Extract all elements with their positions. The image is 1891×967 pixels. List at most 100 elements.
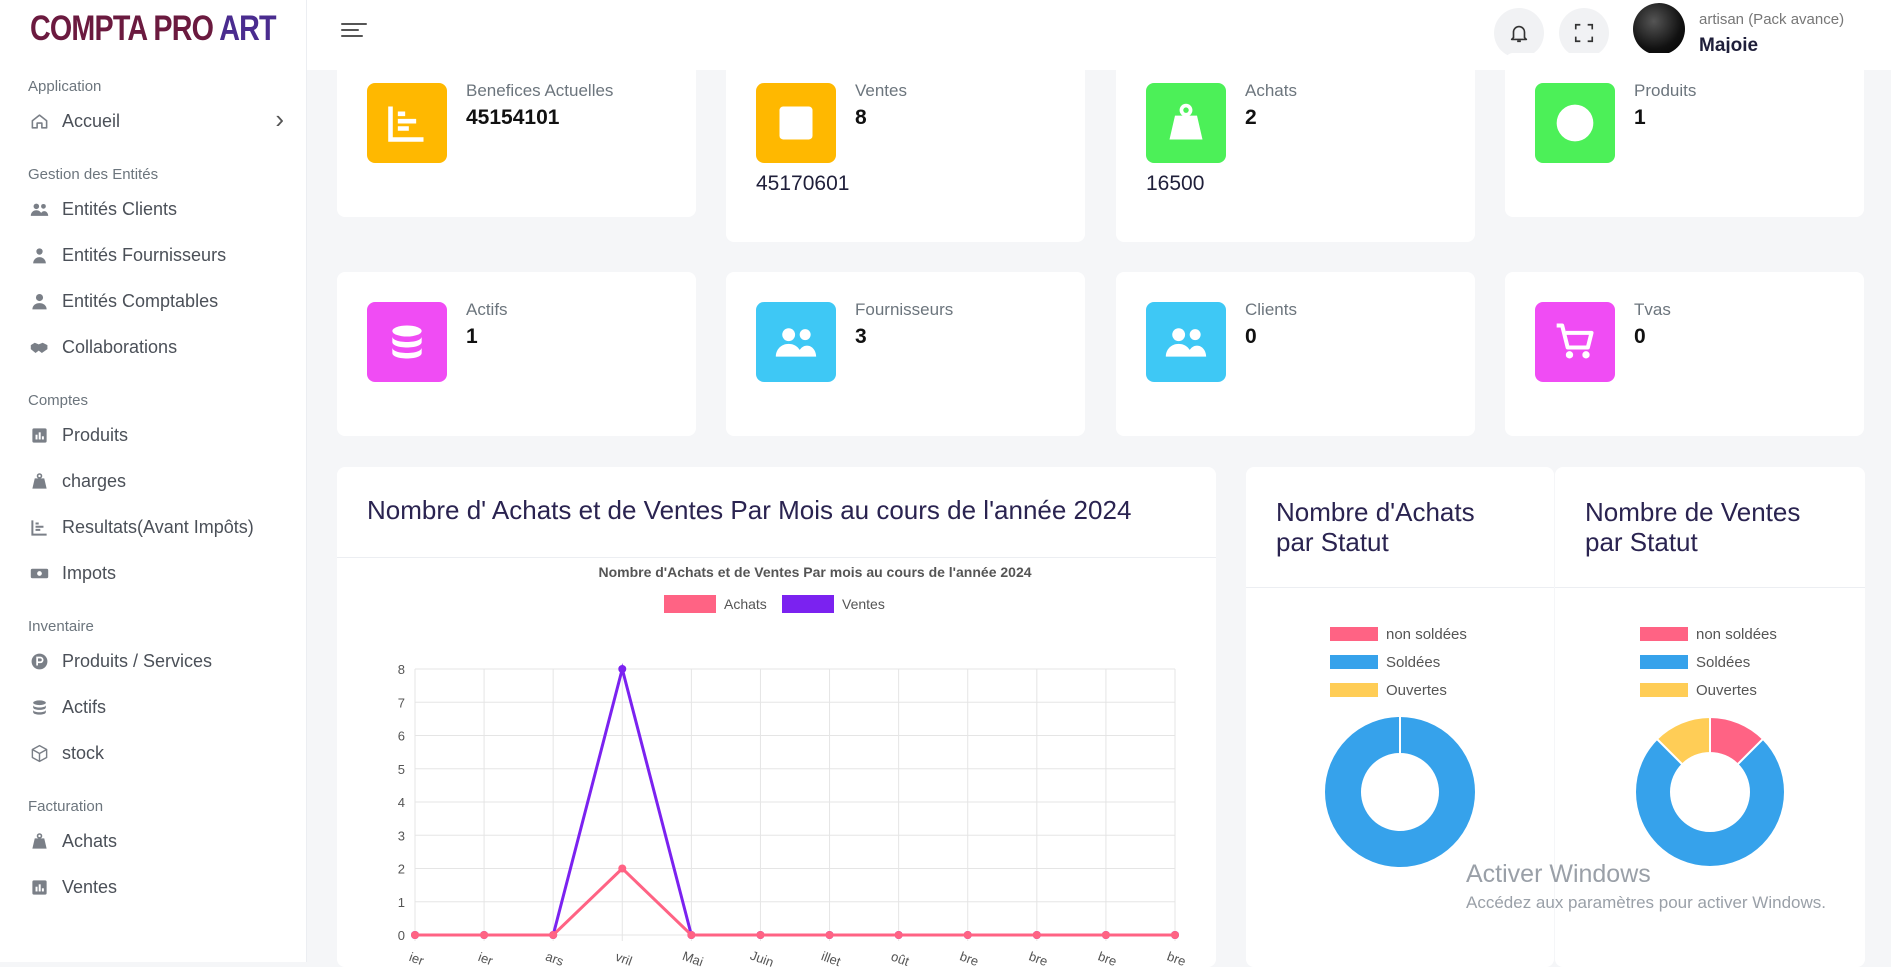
data-point-achats[interactable] [480,931,489,939]
stat-card-produits[interactable]: Produits 1 [1505,53,1864,217]
data-point-achats[interactable] [549,931,558,939]
stat-card-fournisseurs[interactable]: Fournisseurs 3 [726,272,1085,436]
sidebar-item-charges[interactable]: charges [0,458,306,504]
data-point-achats[interactable] [687,931,696,939]
sidebar-item-accueil[interactable]: Accueil › [0,98,306,144]
brand-name-main: COMPTA PRO [30,9,214,48]
sidebar-item-actifs[interactable]: Actifs [0,684,306,730]
x-tick-label: bre [1096,949,1119,967]
legend-swatch [1640,627,1688,641]
data-point-achats[interactable] [1032,931,1041,939]
handshake-icon [28,336,50,358]
user-tie-icon [28,244,50,266]
product-p-icon [1535,83,1615,163]
legend-label[interactable]: Achats [724,596,767,612]
coins-icon [28,696,50,718]
windows-watermark-text: Accédez aux paramètres pour activer Wind… [1466,893,1826,912]
sidebar-item-impots[interactable]: Impots [0,550,306,596]
data-point-achats[interactable] [1101,931,1110,939]
stat-value: 0 [1245,325,1257,348]
x-tick-label: ars [544,949,567,967]
stat-card-achats[interactable]: Achats 2 16500 [1116,53,1475,242]
sidebar-item-label: Resultats(Avant Impôts) [62,516,254,537]
user-role: artisan (Pack avance) [1699,11,1845,28]
sidebar-item-produits-services[interactable]: Produits / Services [0,638,306,684]
sidebar-item-label: Produits / Services [62,650,213,671]
brand-logo[interactable]: COMPTA PRO ART [0,0,306,58]
donut-slice[interactable] [1634,737,1786,868]
sidebar-section-title: Facturation [28,798,104,815]
stat-card-tvas[interactable]: Tvas 0 [1505,272,1864,436]
menu-toggle-icon[interactable] [341,19,367,43]
stat-value: 3 [855,325,867,348]
panel-title: Nombre d' Achats et de Ventes Par Mois a… [367,495,1132,525]
legend-label[interactable]: Ventes [842,596,885,612]
stat-card-ventes[interactable]: Ventes 8 45170601 [726,53,1085,242]
data-point-achats[interactable] [756,931,765,939]
stat-label: Ventes [855,81,907,100]
y-tick-label: 7 [398,695,405,710]
legend-label[interactable]: Soldées [1386,654,1440,671]
sidebar-item-label: Collaborations [62,336,178,357]
legend-swatch [1640,683,1688,697]
weight-icon [28,830,50,852]
x-tick-label: bre [958,949,981,967]
y-tick-label: 4 [398,795,405,810]
donut-ventes-panel: Nombre de Ventes par Statut non soldées S… [1555,467,1865,967]
legend-label[interactable]: Ouvertes [1696,682,1757,699]
sidebar-item-ventes[interactable]: Ventes [0,864,306,910]
chart-line-icon [367,83,447,163]
users-icon [1146,302,1226,382]
users-icon [28,198,50,220]
users-icon [756,302,836,382]
legend-swatch [1330,683,1378,697]
data-point-achats[interactable] [963,931,972,939]
sidebar: COMPTA PRO ART Application Accueil › Gestio… [0,0,307,962]
sidebar-item-entit-s-comptables[interactable]: Entités Comptables [0,278,306,324]
fullscreen-icon [1574,23,1594,43]
coins-icon [367,302,447,382]
brand-name-accent: ART [219,9,276,48]
legend-label[interactable]: Soldées [1696,654,1750,671]
windows-watermark-title: Activer Windows [1466,860,1651,888]
data-point-achats[interactable] [825,931,834,939]
data-point-achats[interactable] [894,931,903,939]
stat-card-actifs[interactable]: Actifs 1 [337,272,696,436]
y-tick-label: 3 [398,828,405,843]
sidebar-item-stock[interactable]: stock [0,730,306,776]
sidebar-item-label: Impots [62,562,117,583]
avatar[interactable] [1633,3,1685,55]
stat-value: 0 [1634,325,1646,348]
legend-label[interactable]: non soldées [1696,626,1777,643]
legend-swatch [1330,627,1378,641]
data-point-achats[interactable] [618,864,627,873]
sidebar-item-collaborations[interactable]: Collaborations [0,324,306,370]
x-tick-label: illet [819,948,843,967]
fullscreen-button[interactable] [1559,8,1609,58]
chart-bar-icon [28,876,50,898]
y-tick-label: 0 [398,928,405,943]
stat-card-clients[interactable]: Clients 0 [1116,272,1475,436]
sidebar-item-entit-s-fournisseurs[interactable]: Entités Fournisseurs [0,232,306,278]
sidebar-item-produits[interactable]: Produits [0,412,306,458]
stat-value: 2 [1245,106,1257,129]
stat-label: Actifs [466,300,508,319]
data-point-ventes[interactable] [618,665,627,673]
legend-label[interactable]: non soldées [1386,626,1467,643]
stat-card-benefices-actuelles[interactable]: Benefices Actuelles 45154101 [337,53,696,217]
x-tick-label: ier [476,949,495,967]
data-point-achats[interactable] [1171,931,1179,939]
sidebar-item-label: Actifs [62,696,107,717]
panel-title: Nombre de Ventes par Statut [1585,497,1800,557]
stat-value: 45154101 [466,106,560,129]
bell-icon [1510,25,1528,43]
sidebar-item-achats[interactable]: Achats [0,818,306,864]
sidebar-item-entit-s-clients[interactable]: Entités Clients [0,186,306,232]
legend-label[interactable]: Ouvertes [1386,682,1447,699]
x-tick-label: ier [407,949,426,967]
notifications-button[interactable] [1494,8,1544,58]
data-point-achats[interactable] [411,931,419,939]
sidebar-item-resultats-avant-imp-ts[interactable]: Resultats(Avant Impôts) [0,504,306,550]
chart-bar-icon [756,83,836,163]
sidebar-section-title: Comptes [28,392,89,409]
